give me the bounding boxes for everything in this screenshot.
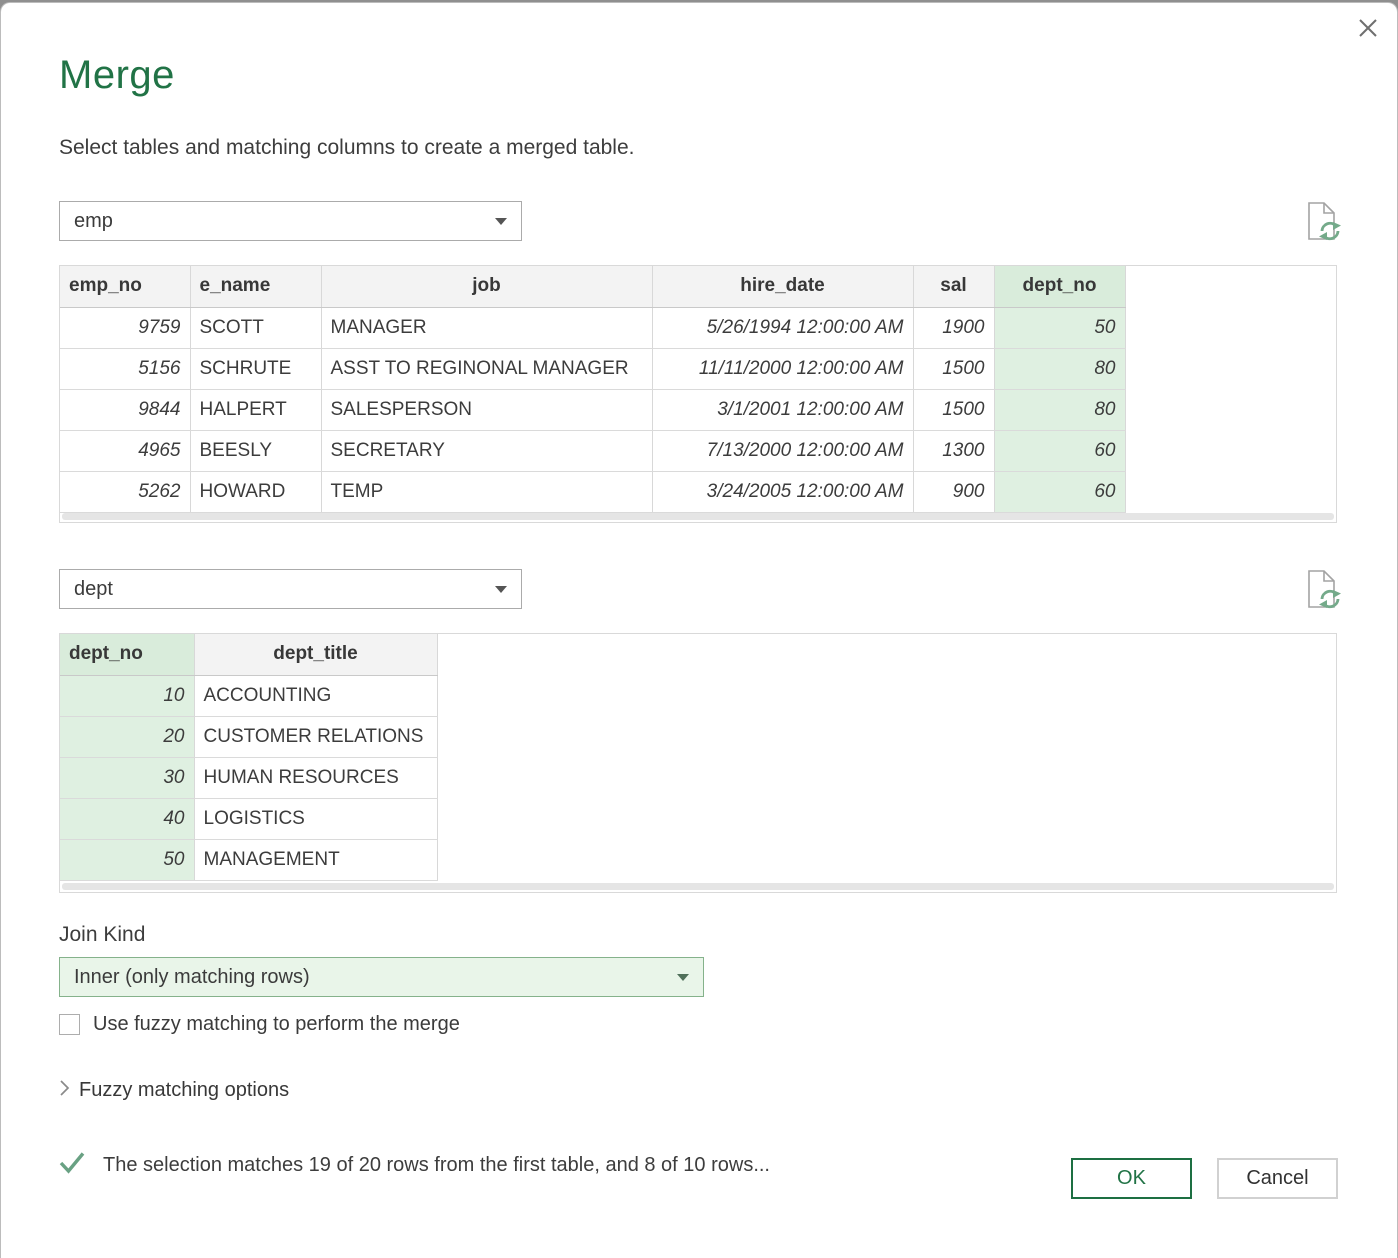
- column-header-sal[interactable]: sal: [913, 266, 994, 307]
- table-row: 40 LOGISTICS: [60, 798, 437, 839]
- cell-hire-date: 5/26/1994 12:00:00 AM: [652, 307, 913, 348]
- cell-dept-no: 10: [60, 675, 194, 716]
- dialog-subtitle: Select tables and matching columns to cr…: [59, 136, 635, 160]
- first-table-dropdown-value: emp: [74, 210, 495, 233]
- cell-dept-no: 30: [60, 757, 194, 798]
- dept-table: dept_no dept_title 10 ACCOUNTING 20 CUST…: [60, 634, 438, 881]
- checkmark-icon: [59, 1151, 86, 1179]
- second-table-preview: dept_no dept_title 10 ACCOUNTING 20 CUST…: [59, 633, 1337, 893]
- fuzzy-matching-checkbox-row[interactable]: Use fuzzy matching to perform the merge: [59, 1013, 460, 1036]
- close-button[interactable]: [1353, 15, 1383, 45]
- fuzzy-matching-options-expander[interactable]: Fuzzy matching options: [59, 1079, 289, 1102]
- cell-emp-no: 9844: [60, 389, 190, 430]
- cell-sal: 1900: [913, 307, 994, 348]
- cell-dept-title: CUSTOMER RELATIONS: [194, 716, 437, 757]
- chevron-down-icon: [677, 974, 689, 981]
- cell-sal: 900: [913, 471, 994, 512]
- page-title: Merge: [59, 53, 175, 98]
- merge-dialog: Merge Select tables and matching columns…: [0, 2, 1398, 1258]
- cell-dept-no: 80: [994, 348, 1125, 389]
- emp-header-row: emp_no e_name job hire_date sal dept_no: [60, 266, 1125, 307]
- second-table-dropdown[interactable]: dept: [59, 569, 522, 609]
- chevron-down-icon: [495, 586, 507, 593]
- match-status-text: The selection matches 19 of 20 rows from…: [103, 1154, 770, 1177]
- table-row: 9844 HALPERT SALESPERSON 3/1/2001 12:00:…: [60, 389, 1125, 430]
- table-row: 4965 BEESLY SECRETARY 7/13/2000 12:00:00…: [60, 430, 1125, 471]
- fuzzy-matching-options-label: Fuzzy matching options: [79, 1079, 289, 1102]
- join-kind-dropdown-value: Inner (only matching rows): [74, 966, 677, 989]
- fuzzy-matching-checkbox[interactable]: [59, 1014, 80, 1035]
- cell-e-name: HALPERT: [190, 389, 321, 430]
- horizontal-scrollbar[interactable]: [62, 883, 1334, 890]
- join-kind-dropdown[interactable]: Inner (only matching rows): [59, 957, 704, 997]
- cell-job: SECRETARY: [321, 430, 652, 471]
- document-refresh-icon: [1301, 602, 1343, 619]
- table-row: 9759 SCOTT MANAGER 5/26/1994 12:00:00 AM…: [60, 307, 1125, 348]
- table-row: 10 ACCOUNTING: [60, 675, 437, 716]
- cell-emp-no: 5156: [60, 348, 190, 389]
- cell-e-name: SCHRUTE: [190, 348, 321, 389]
- cell-dept-no: 20: [60, 716, 194, 757]
- table-row: 5262 HOWARD TEMP 3/24/2005 12:00:00 AM 9…: [60, 471, 1125, 512]
- cell-dept-title: LOGISTICS: [194, 798, 437, 839]
- cell-dept-title: HUMAN RESOURCES: [194, 757, 437, 798]
- emp-table: emp_no e_name job hire_date sal dept_no …: [60, 266, 1126, 513]
- dept-header-row: dept_no dept_title: [60, 634, 437, 675]
- chevron-down-icon: [495, 218, 507, 225]
- column-header-dept-no-selected[interactable]: dept_no: [994, 266, 1125, 307]
- cell-emp-no: 4965: [60, 430, 190, 471]
- cell-dept-title: ACCOUNTING: [194, 675, 437, 716]
- cell-hire-date: 7/13/2000 12:00:00 AM: [652, 430, 913, 471]
- cell-e-name: HOWARD: [190, 471, 321, 512]
- cell-dept-no: 60: [994, 471, 1125, 512]
- fuzzy-matching-checkbox-label: Use fuzzy matching to perform the merge: [93, 1013, 460, 1036]
- second-table-dropdown-value: dept: [74, 578, 495, 601]
- cell-hire-date: 3/24/2005 12:00:00 AM: [652, 471, 913, 512]
- cell-e-name: BEESLY: [190, 430, 321, 471]
- close-icon: [1355, 15, 1381, 46]
- ok-button[interactable]: OK: [1071, 1158, 1192, 1199]
- cell-job: SALESPERSON: [321, 389, 652, 430]
- cell-emp-no: 5262: [60, 471, 190, 512]
- cell-dept-no: 40: [60, 798, 194, 839]
- cell-dept-no: 60: [994, 430, 1125, 471]
- match-status: The selection matches 19 of 20 rows from…: [59, 1151, 770, 1179]
- column-header-hire-date[interactable]: hire_date: [652, 266, 913, 307]
- cancel-button[interactable]: Cancel: [1217, 1158, 1338, 1199]
- cell-dept-title: MANAGEMENT: [194, 839, 437, 880]
- first-table-dropdown[interactable]: emp: [59, 201, 522, 241]
- column-header-dept-title[interactable]: dept_title: [194, 634, 437, 675]
- cell-dept-no: 50: [994, 307, 1125, 348]
- refresh-preview-button-first[interactable]: [1301, 199, 1343, 247]
- cell-job: ASST TO REGINONAL MANAGER: [321, 348, 652, 389]
- join-kind-label: Join Kind: [59, 923, 145, 947]
- table-row: 20 CUSTOMER RELATIONS: [60, 716, 437, 757]
- cell-dept-no: 80: [994, 389, 1125, 430]
- column-header-job[interactable]: job: [321, 266, 652, 307]
- cell-sal: 1500: [913, 348, 994, 389]
- cell-e-name: SCOTT: [190, 307, 321, 348]
- refresh-preview-button-second[interactable]: [1301, 567, 1343, 615]
- cell-sal: 1300: [913, 430, 994, 471]
- table-row: 30 HUMAN RESOURCES: [60, 757, 437, 798]
- table-row: 50 MANAGEMENT: [60, 839, 437, 880]
- column-header-emp-no[interactable]: emp_no: [60, 266, 190, 307]
- table-row: 5156 SCHRUTE ASST TO REGINONAL MANAGER 1…: [60, 348, 1125, 389]
- cell-emp-no: 9759: [60, 307, 190, 348]
- cell-job: TEMP: [321, 471, 652, 512]
- column-header-e-name[interactable]: e_name: [190, 266, 321, 307]
- cell-dept-no: 50: [60, 839, 194, 880]
- horizontal-scrollbar[interactable]: [62, 513, 1334, 520]
- first-table-preview: emp_no e_name job hire_date sal dept_no …: [59, 265, 1337, 523]
- cell-hire-date: 11/11/2000 12:00:00 AM: [652, 348, 913, 389]
- document-refresh-icon: [1301, 234, 1343, 251]
- cell-hire-date: 3/1/2001 12:00:00 AM: [652, 389, 913, 430]
- chevron-right-icon: [59, 1079, 70, 1102]
- cell-job: MANAGER: [321, 307, 652, 348]
- column-header-dept-no-selected[interactable]: dept_no: [60, 634, 194, 675]
- cell-sal: 1500: [913, 389, 994, 430]
